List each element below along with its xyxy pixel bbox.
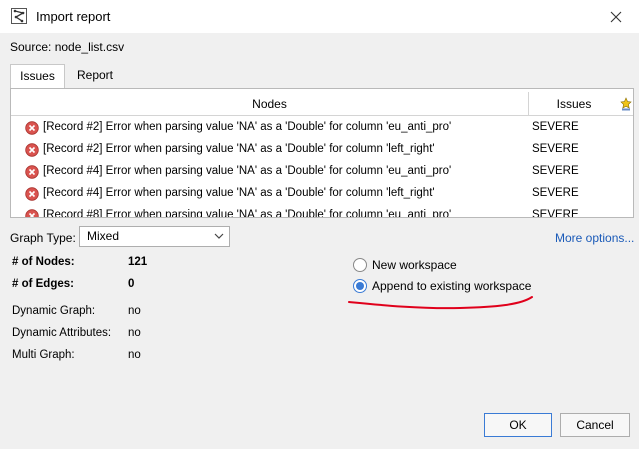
column-header-nodes[interactable]: Nodes <box>11 92 529 116</box>
table-row[interactable]: [Record #4] Error when parsing value 'NA… <box>11 183 633 205</box>
dynamic-attributes-value: no <box>128 327 141 339</box>
issue-severity: SEVERE <box>532 121 579 133</box>
source-line: Source: node_list.csv <box>10 40 124 54</box>
app-icon <box>11 8 27 24</box>
issue-message: [Record #4] Error when parsing value 'NA… <box>43 165 452 177</box>
dynamic-attributes-label: Dynamic Attributes: <box>12 327 112 339</box>
issue-message: [Record #2] Error when parsing value 'NA… <box>43 143 435 155</box>
chevron-down-icon <box>214 233 224 239</box>
edges-count-label: # of Edges: <box>12 278 74 290</box>
issues-list[interactable]: [Record #2] Error when parsing value 'NA… <box>11 117 633 217</box>
more-options-link[interactable]: More options... <box>555 231 634 245</box>
table-row[interactable]: [Record #2] Error when parsing value 'NA… <box>11 139 633 161</box>
graph-type-label: Graph Type: <box>10 231 76 245</box>
source-filename: node_list.csv <box>54 40 125 54</box>
graph-type-value: Mixed <box>87 229 120 243</box>
column-chooser-icon <box>620 97 632 111</box>
error-icon <box>25 209 39 217</box>
new-workspace-radio[interactable] <box>353 258 367 272</box>
column-header-issues[interactable]: Issues <box>530 92 618 116</box>
issues-panel: Nodes Issues [Record #2] Error when pars… <box>10 88 634 218</box>
table-row[interactable]: [Record #8] Error when parsing value 'NA… <box>11 205 633 217</box>
append-workspace-label[interactable]: Append to existing workspace <box>372 279 531 293</box>
table-row[interactable]: [Record #4] Error when parsing value 'NA… <box>11 161 633 183</box>
close-icon <box>610 11 622 22</box>
error-icon <box>25 165 39 179</box>
title-bar: Import report <box>0 0 639 33</box>
nodes-count-value: 121 <box>128 256 148 268</box>
issue-severity: SEVERE <box>532 209 579 217</box>
new-workspace-label[interactable]: New workspace <box>372 258 457 272</box>
issue-message: [Record #2] Error when parsing value 'NA… <box>43 121 452 133</box>
issue-severity: SEVERE <box>532 187 579 199</box>
dynamic-graph-value: no <box>128 305 141 317</box>
error-icon <box>25 143 39 157</box>
window-title: Import report <box>36 9 111 24</box>
issue-message: [Record #4] Error when parsing value 'NA… <box>43 187 435 199</box>
multi-graph-label: Multi Graph: <box>12 349 75 361</box>
dynamic-graph-label: Dynamic Graph: <box>12 305 96 317</box>
error-icon <box>25 121 39 135</box>
table-header: Nodes Issues <box>11 92 633 116</box>
issue-severity: SEVERE <box>532 165 579 177</box>
nodes-count-label: # of Nodes: <box>12 256 75 268</box>
tab-report[interactable]: Report <box>70 64 120 88</box>
source-label: Source: <box>10 40 52 54</box>
close-button[interactable] <box>593 0 639 33</box>
cancel-button[interactable]: Cancel <box>560 413 630 437</box>
tab-issues[interactable]: Issues <box>10 64 65 89</box>
ok-button[interactable]: OK <box>484 413 552 437</box>
append-workspace-radio[interactable] <box>353 279 367 293</box>
column-chooser-button[interactable] <box>619 92 633 116</box>
error-icon <box>25 187 39 201</box>
issue-message: [Record #8] Error when parsing value 'NA… <box>43 209 452 217</box>
table-row[interactable]: [Record #2] Error when parsing value 'NA… <box>11 117 633 139</box>
multi-graph-value: no <box>128 349 141 361</box>
graph-type-select[interactable]: Mixed <box>79 226 230 247</box>
edges-count-value: 0 <box>128 278 135 290</box>
issue-severity: SEVERE <box>532 143 579 155</box>
